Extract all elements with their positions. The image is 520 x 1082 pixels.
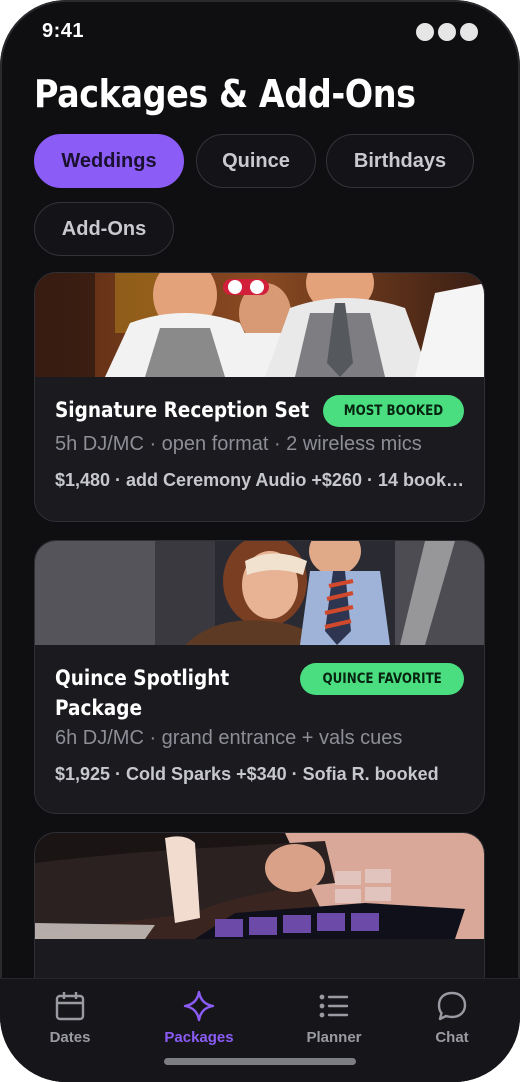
- sparkle-icon: [144, 989, 254, 1023]
- package-card-photo-booth[interactable]: [34, 832, 485, 978]
- package-card-signature[interactable]: Signature Reception Set MOST BOOKED 5h D…: [34, 272, 485, 522]
- card-title-line-2: Package: [55, 696, 142, 720]
- tab-dates[interactable]: Dates: [15, 989, 125, 1046]
- tab-chat[interactable]: Chat: [397, 989, 507, 1046]
- status-bar: 9:41: [42, 18, 478, 48]
- tab-label: Planner: [306, 1029, 362, 1046]
- tab-planner[interactable]: Planner: [279, 989, 389, 1046]
- status-time: 9:41: [42, 20, 85, 42]
- package-card-quince[interactable]: Quince Spotlight Package QUINCE FAVORITE…: [34, 540, 485, 814]
- home-indicator[interactable]: [164, 1058, 356, 1065]
- chip-weddings[interactable]: Weddings: [34, 134, 184, 188]
- status-badge: MOST BOOKED: [323, 395, 464, 427]
- tab-label: Packages: [164, 1029, 234, 1046]
- status-dots-icon: [416, 23, 478, 41]
- card-body: Signature Reception Set MOST BOOKED 5h D…: [35, 377, 484, 491]
- bottom-tab-bar: Dates Packages Planner Chat: [0, 978, 520, 1082]
- chip-quince[interactable]: Quince: [196, 134, 316, 188]
- card-body: Quince Spotlight Package QUINCE FAVORITE…: [35, 645, 484, 785]
- page-title: Packages & Add-Ons: [34, 72, 416, 116]
- chip-add-ons[interactable]: Add-Ons: [34, 202, 174, 256]
- card-price: $1,925 · Cold Sparks +$340 · Sofia R. bo…: [55, 764, 439, 784]
- card-description: 6h DJ/MC · grand entrance + vals cues: [55, 727, 403, 749]
- calendar-icon: [15, 989, 125, 1023]
- photo-strips-photo: [35, 833, 484, 939]
- card-description: 5h DJ/MC · open format · 2 wireless mics: [55, 433, 422, 455]
- tab-label: Dates: [49, 1029, 91, 1046]
- tab-label: Chat: [435, 1029, 469, 1046]
- card-price: $1,480 · add Ceremony Audio +$260 · 14 b…: [55, 470, 464, 490]
- tab-packages[interactable]: Packages: [144, 989, 254, 1046]
- status-badge: QUINCE FAVORITE: [299, 663, 464, 695]
- phone-frame: 9:41 Packages & Add-Ons Weddings Quince …: [0, 0, 520, 1082]
- list-icon: [279, 989, 389, 1023]
- quince-guests-photo: [35, 541, 484, 645]
- chat-bubble-icon: [397, 989, 507, 1023]
- wedding-party-photo: [35, 273, 484, 377]
- chip-birthdays[interactable]: Birthdays: [326, 134, 474, 188]
